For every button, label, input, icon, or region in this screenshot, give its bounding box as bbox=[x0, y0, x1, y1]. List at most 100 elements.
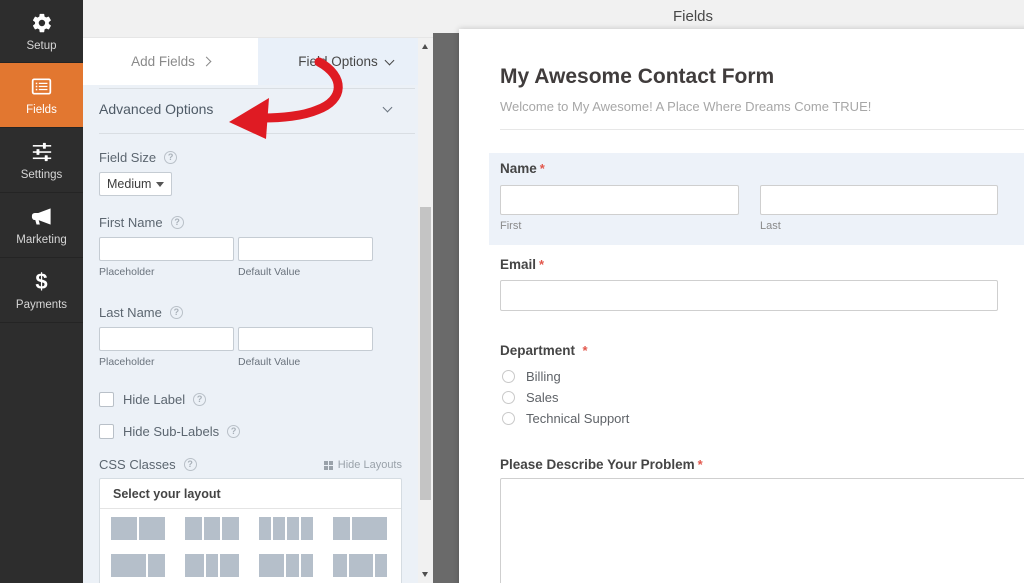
panel-top-strip bbox=[83, 0, 433, 38]
radio-option-sales[interactable]: Sales bbox=[502, 390, 559, 405]
scroll-up-icon[interactable] bbox=[422, 44, 428, 49]
sidebar-item-setup[interactable]: Setup bbox=[0, 0, 83, 63]
layout-option[interactable] bbox=[333, 554, 387, 577]
layout-option[interactable] bbox=[111, 554, 165, 577]
sidebar-item-settings[interactable]: Settings bbox=[0, 128, 83, 193]
layout-option[interactable] bbox=[111, 517, 165, 540]
problem-textarea[interactable] bbox=[500, 478, 1024, 583]
name-first-input[interactable] bbox=[500, 185, 739, 215]
layout-block bbox=[220, 554, 239, 577]
hide-sub-labels-text: Hide Sub-Labels bbox=[123, 424, 240, 439]
hide-label-text: Hide Label bbox=[123, 392, 206, 407]
field-size-label-row: Field Size bbox=[99, 150, 177, 165]
layout-block bbox=[352, 517, 387, 540]
layout-block bbox=[259, 517, 271, 540]
section-divider bbox=[99, 133, 415, 134]
field-size-select[interactable]: Medium bbox=[99, 172, 172, 196]
layout-block bbox=[301, 517, 313, 540]
field-size-label: Field Size bbox=[99, 150, 156, 165]
required-mark: * bbox=[698, 457, 703, 472]
sliders-icon bbox=[30, 140, 54, 164]
caret-down-icon bbox=[156, 182, 164, 187]
last-name-placeholder-input[interactable] bbox=[99, 327, 234, 351]
layout-picker: Select your layout bbox=[99, 478, 402, 583]
sidebar-item-label: Fields bbox=[26, 104, 57, 116]
sidebar-item-label: Settings bbox=[21, 169, 63, 181]
layout-option[interactable] bbox=[185, 517, 239, 540]
advanced-options-toggle[interactable]: Advanced Options bbox=[99, 101, 399, 117]
list-icon bbox=[30, 75, 54, 99]
chevron-right-icon bbox=[201, 57, 211, 67]
layout-block bbox=[204, 517, 221, 540]
first-name-default-input[interactable] bbox=[238, 237, 373, 261]
panel-tabs: Add Fields Field Options bbox=[83, 38, 433, 85]
sidebar-item-marketing[interactable]: Marketing bbox=[0, 193, 83, 258]
hide-sub-labels-checkbox[interactable] bbox=[99, 424, 114, 439]
tab-label: Field Options bbox=[298, 54, 378, 69]
scroll-down-icon[interactable] bbox=[422, 572, 428, 577]
layout-block bbox=[333, 554, 347, 577]
field-options-panel: Add Fields Field Options Advanced Option… bbox=[83, 0, 433, 583]
problem-field-label-row: Please Describe Your Problem* bbox=[500, 456, 703, 474]
radio-icon[interactable] bbox=[502, 391, 515, 404]
form-title: My Awesome Contact Form bbox=[500, 65, 774, 89]
help-icon[interactable] bbox=[184, 458, 197, 471]
sidebar-item-payments[interactable]: $ Payments bbox=[0, 258, 83, 323]
help-icon[interactable] bbox=[193, 393, 206, 406]
radio-option-billing[interactable]: Billing bbox=[502, 369, 561, 384]
required-mark: * bbox=[540, 161, 545, 176]
layout-block bbox=[333, 517, 350, 540]
layout-picker-title: Select your layout bbox=[100, 479, 401, 509]
required-mark: * bbox=[582, 343, 587, 358]
form-description: Welcome to My Awesome! A Place Where Dre… bbox=[500, 99, 871, 114]
tab-field-options[interactable]: Field Options bbox=[258, 38, 433, 85]
panel-scrollbar[interactable] bbox=[418, 38, 433, 583]
hide-layouts-label: Hide Layouts bbox=[338, 459, 402, 471]
last-name-label-row: Last Name bbox=[99, 305, 183, 320]
name-field-label-row: Name* bbox=[500, 160, 545, 178]
department-field-label-row: Department * bbox=[500, 342, 588, 360]
help-icon[interactable] bbox=[171, 216, 184, 229]
layout-option[interactable] bbox=[333, 517, 387, 540]
form-divider bbox=[500, 129, 1024, 130]
layout-block bbox=[148, 554, 165, 577]
name-last-input[interactable] bbox=[760, 185, 998, 215]
radio-option-technical-support[interactable]: Technical Support bbox=[502, 411, 629, 426]
email-input[interactable] bbox=[500, 280, 998, 311]
tab-add-fields[interactable]: Add Fields bbox=[83, 38, 258, 85]
help-icon[interactable] bbox=[227, 425, 240, 438]
hide-label-checkbox[interactable] bbox=[99, 392, 114, 407]
layout-block bbox=[222, 517, 239, 540]
hide-label-row: Hide Label bbox=[99, 392, 206, 407]
layout-block bbox=[349, 554, 373, 577]
radio-option-label: Billing bbox=[526, 369, 561, 384]
department-field-label: Department bbox=[500, 343, 575, 358]
layout-option[interactable] bbox=[259, 517, 313, 540]
sidebar-item-fields[interactable]: Fields bbox=[0, 63, 83, 128]
layout-block bbox=[375, 554, 388, 577]
scrollbar-thumb[interactable] bbox=[420, 207, 431, 500]
css-classes-label-row: CSS Classes bbox=[99, 457, 197, 472]
layout-option[interactable] bbox=[185, 554, 239, 577]
email-field-label: Email bbox=[500, 257, 536, 272]
last-name-default-input[interactable] bbox=[238, 327, 373, 351]
required-mark: * bbox=[539, 257, 544, 272]
name-field-selected[interactable]: Name* First Last bbox=[489, 153, 1024, 245]
layout-block bbox=[206, 554, 218, 577]
hide-layouts-toggle[interactable]: Hide Layouts bbox=[324, 459, 402, 471]
radio-icon[interactable] bbox=[502, 412, 515, 425]
layout-block bbox=[185, 554, 204, 577]
first-name-placeholder-input[interactable] bbox=[99, 237, 234, 261]
help-icon[interactable] bbox=[170, 306, 183, 319]
last-name-label: Last Name bbox=[99, 305, 162, 320]
default-value-sublabel: Default Value bbox=[238, 356, 300, 368]
sidebar-item-label: Payments bbox=[16, 299, 67, 311]
layout-option[interactable] bbox=[259, 554, 313, 577]
css-classes-label: CSS Classes bbox=[99, 457, 176, 472]
email-field-label-row: Email* bbox=[500, 256, 544, 274]
help-icon[interactable] bbox=[164, 151, 177, 164]
tab-label: Add Fields bbox=[131, 54, 195, 69]
name-field-label: Name bbox=[500, 161, 537, 176]
layout-block bbox=[286, 554, 299, 577]
radio-icon[interactable] bbox=[502, 370, 515, 383]
